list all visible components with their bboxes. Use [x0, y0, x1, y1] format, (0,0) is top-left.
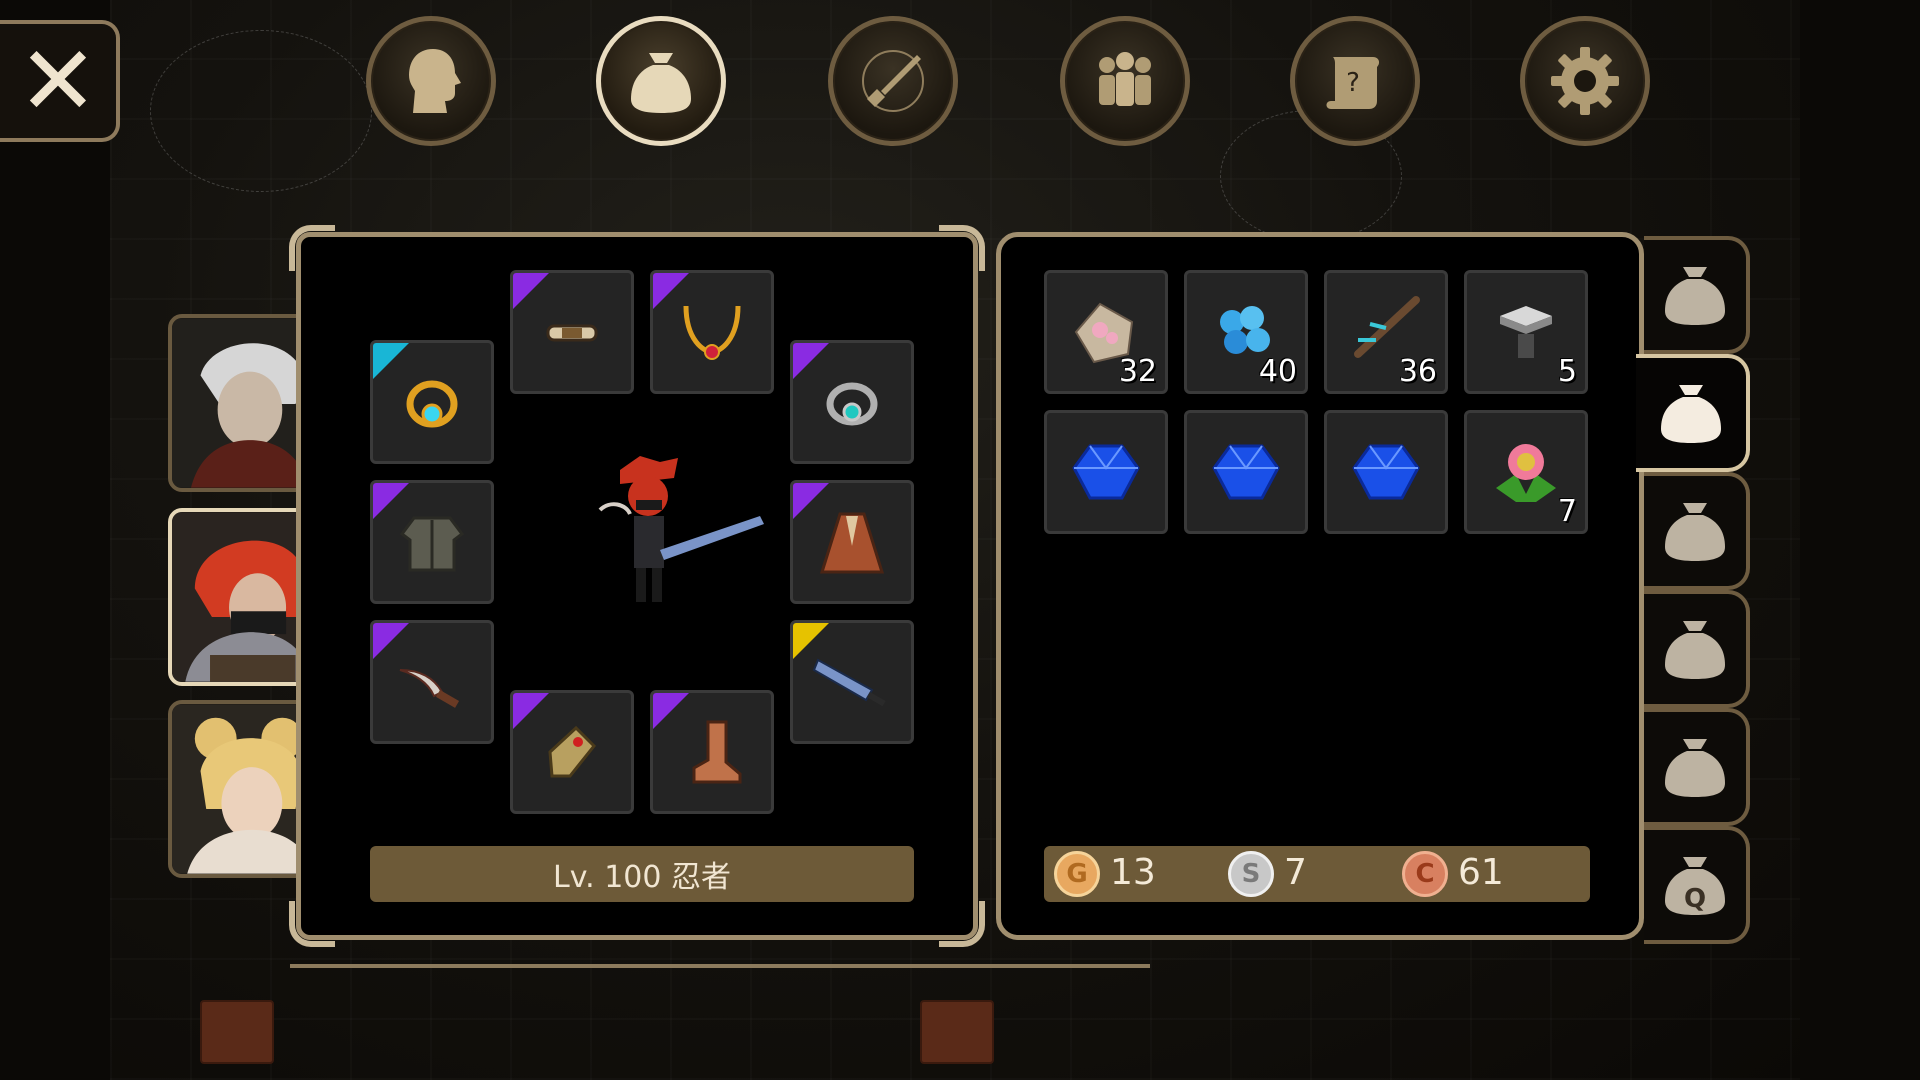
bag-icon	[631, 53, 691, 113]
sword-compass-icon	[862, 50, 924, 112]
copper-amount: 61	[1458, 852, 1504, 893]
panel-corner	[939, 225, 985, 271]
bag-tab-3[interactable]	[1644, 472, 1750, 590]
cobweb	[150, 30, 372, 192]
bag-tab-1[interactable]	[1644, 236, 1750, 354]
equip-slot-boots[interactable]	[650, 690, 774, 814]
silver-coin-letter: S	[1241, 859, 1261, 889]
character-level-bar: Lv. 100 忍者	[370, 846, 914, 902]
inventory-slot[interactable]	[1324, 410, 1448, 534]
rarity-marker	[373, 343, 409, 379]
panel-corner	[289, 901, 335, 947]
rarity-marker	[373, 483, 409, 519]
item-quantity: 40	[1258, 354, 1297, 389]
menu-quests-button[interactable]: ?	[1290, 16, 1420, 146]
sapphire-icon	[1352, 444, 1420, 500]
silver-amount: 7	[1284, 852, 1307, 893]
inventory-slot[interactable]: 7	[1464, 410, 1588, 534]
level-class-label: Lv. 100 忍者	[552, 860, 731, 895]
treasure-chest	[200, 1000, 274, 1064]
equip-slot-ring-right[interactable]	[790, 340, 914, 464]
rarity-marker	[653, 693, 689, 729]
divider-line	[290, 964, 1150, 968]
currency-bar: G 13 S 7 C 61	[1044, 846, 1590, 902]
item-quantity: 32	[1118, 354, 1157, 389]
rarity-marker	[513, 273, 549, 309]
bag-icon	[1665, 267, 1725, 325]
rarity-marker	[793, 483, 829, 519]
party-icon	[1099, 52, 1151, 106]
bag-tab-4[interactable]	[1644, 590, 1750, 708]
equip-slot-armor[interactable]	[370, 480, 494, 604]
inventory-slot[interactable]	[1184, 410, 1308, 534]
bag-tab-2[interactable]	[1636, 354, 1750, 472]
inventory-slot[interactable]: 32	[1044, 270, 1168, 394]
equip-slot-dagger[interactable]	[370, 620, 494, 744]
inventory-slot[interactable]	[1044, 410, 1168, 534]
bag-icon	[1665, 739, 1725, 797]
equip-slot-headband[interactable]	[510, 270, 634, 394]
gear-icon	[1551, 47, 1619, 115]
bag-tab-quest[interactable]: Q	[1644, 826, 1750, 944]
rarity-marker	[373, 623, 409, 659]
scroll-icon: ?	[1326, 57, 1380, 109]
menu-inventory-button[interactable]	[596, 16, 726, 146]
close-button[interactable]: ✕	[0, 20, 120, 142]
head-icon	[409, 49, 461, 113]
treasure-chest	[920, 1000, 994, 1064]
item-quantity: 7	[1557, 494, 1577, 529]
sapphire-icon	[1212, 444, 1280, 500]
svg-text:?: ?	[1346, 68, 1360, 98]
gold-amount: 13	[1110, 852, 1156, 893]
character-sprite	[598, 456, 764, 602]
equip-slot-gloves[interactable]	[510, 690, 634, 814]
menu-settings-button[interactable]	[1520, 16, 1650, 146]
bag-icon	[1665, 621, 1725, 679]
rarity-marker	[793, 343, 829, 379]
silver-coin-icon: S	[1228, 851, 1274, 897]
rarity-marker	[513, 693, 549, 729]
equip-slot-greatsword[interactable]	[790, 620, 914, 744]
item-quantity: 5	[1557, 354, 1577, 389]
menu-character-button[interactable]	[366, 16, 496, 146]
equip-slot-cloak[interactable]	[790, 480, 914, 604]
anvil-icon	[1500, 306, 1552, 358]
panel-corner	[289, 225, 335, 271]
bag-icon	[1665, 503, 1725, 561]
inventory-slot[interactable]: 40	[1184, 270, 1308, 394]
menu-party-button[interactable]	[1060, 16, 1190, 146]
sapphire-icon	[1072, 444, 1140, 500]
item-quantity: 36	[1398, 354, 1437, 389]
equip-slot-necklace[interactable]	[650, 270, 774, 394]
quest-bag-letter: Q	[1684, 884, 1706, 914]
panel-corner	[939, 901, 985, 947]
menu-skills-button[interactable]	[828, 16, 958, 146]
gold-coin-icon: G	[1054, 851, 1100, 897]
inventory-slot[interactable]: 5	[1464, 270, 1588, 394]
gold-coin-letter: G	[1066, 859, 1088, 889]
bag-tab-5[interactable]	[1644, 708, 1750, 826]
close-icon: ✕	[17, 25, 99, 137]
rarity-marker	[793, 623, 829, 659]
bag-icon	[1661, 385, 1721, 443]
copper-coin-letter: C	[1415, 859, 1435, 889]
quest-bag-icon: Q	[1665, 857, 1725, 915]
rafflesia-flower-icon	[1496, 444, 1556, 502]
rarity-marker	[653, 273, 689, 309]
inventory-slot[interactable]: 36	[1324, 270, 1448, 394]
equip-slot-ring-left[interactable]	[370, 340, 494, 464]
copper-coin-icon: C	[1402, 851, 1448, 897]
